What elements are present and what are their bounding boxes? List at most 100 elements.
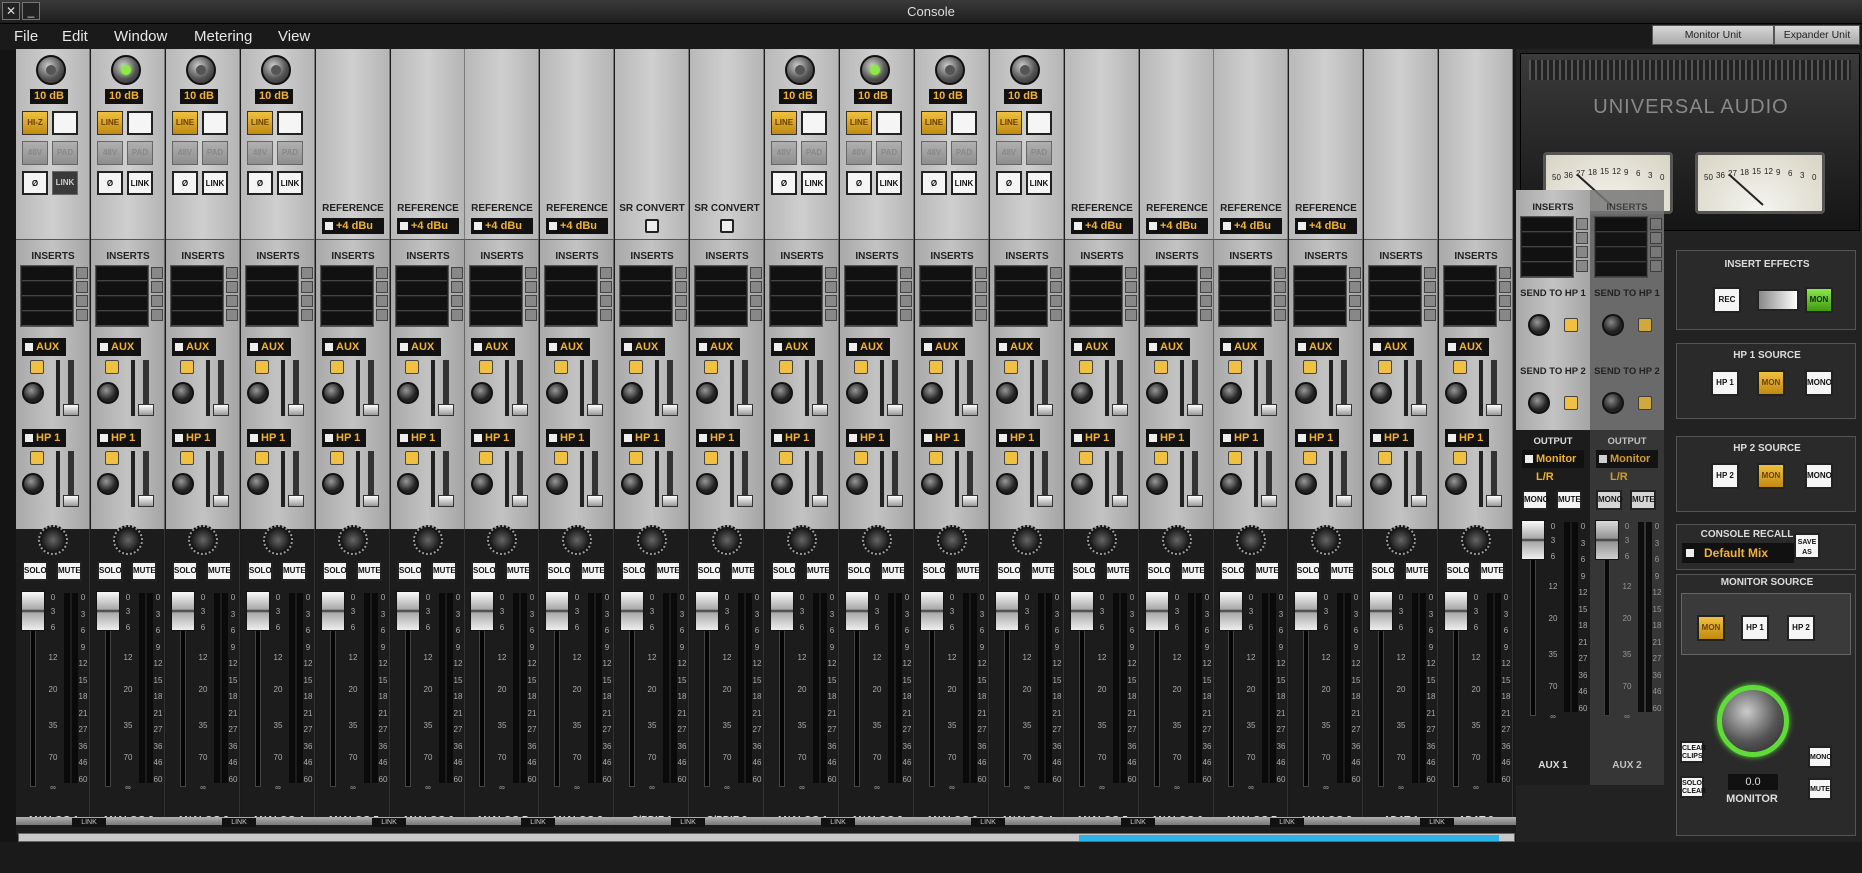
hp-send-fader-cap[interactable] <box>213 495 229 507</box>
phantom-48v-button[interactable]: 48V <box>771 141 797 165</box>
hp-send-prepost-button[interactable] <box>405 451 419 465</box>
aux-send-knob[interactable] <box>322 382 344 404</box>
pan-knob[interactable] <box>862 525 892 555</box>
aux-send-prepost-button[interactable] <box>629 360 643 374</box>
insert-power-button[interactable] <box>675 281 687 293</box>
insert-power-button[interactable] <box>1650 232 1662 244</box>
monitor-source-hp1[interactable]: HP 1 <box>1741 615 1769 641</box>
insert-power-button[interactable] <box>975 267 987 279</box>
pan-knob[interactable] <box>1162 525 1192 555</box>
hp-send-fader-cap[interactable] <box>1037 495 1053 507</box>
gain-knob[interactable] <box>111 55 141 85</box>
insert-slot[interactable] <box>771 312 821 326</box>
hp1-source-mon[interactable]: MON <box>1757 370 1785 396</box>
fader-cap[interactable] <box>545 591 569 631</box>
link-button[interactable]: LINK <box>801 171 827 195</box>
send-hp2-knob[interactable] <box>1528 392 1550 414</box>
fader-cap[interactable] <box>171 591 195 631</box>
hp-send-fader-cap[interactable] <box>138 495 154 507</box>
mute-button[interactable]: MUTE <box>1180 561 1206 581</box>
link-button[interactable]: LINK <box>52 171 78 195</box>
aux-send-prepost-button[interactable] <box>180 360 194 374</box>
solo-button[interactable]: SOLO <box>1295 561 1321 581</box>
hp-send-select[interactable]: HP 1 <box>172 429 216 447</box>
aux-send-fader-cap[interactable] <box>63 404 79 416</box>
link-button[interactable]: LINK <box>1270 818 1304 827</box>
hp-send-select[interactable]: HP 1 <box>22 429 66 447</box>
aux-send-knob[interactable] <box>247 382 269 404</box>
insert-slot[interactable] <box>996 282 1046 296</box>
insert-slot[interactable] <box>1146 312 1196 326</box>
solo-button[interactable]: SOLO <box>1146 561 1172 581</box>
insert-power-button[interactable] <box>1200 281 1212 293</box>
monitor-source-mon[interactable]: MON <box>1697 615 1725 641</box>
sr-convert-button[interactable] <box>720 219 734 233</box>
pan-knob[interactable] <box>562 525 592 555</box>
hp-send-select[interactable]: HP 1 <box>247 429 291 447</box>
monitor-mute-button[interactable]: MUTE <box>1808 778 1832 800</box>
highpass-icon[interactable] <box>127 111 153 135</box>
insert-slot[interactable] <box>771 297 821 311</box>
link-button[interactable]: LINK <box>277 171 303 195</box>
aux-send-prepost-button[interactable] <box>30 360 44 374</box>
insert-slot[interactable] <box>921 282 971 296</box>
insert-power-button[interactable] <box>151 309 163 321</box>
fader-cap[interactable] <box>396 591 420 631</box>
hp-send-select[interactable]: HP 1 <box>397 429 441 447</box>
insert-power-button[interactable] <box>376 295 388 307</box>
hp-send-select[interactable]: HP 1 <box>322 429 366 447</box>
solo-button[interactable]: SOLO <box>247 561 273 581</box>
solo-button[interactable]: SOLO <box>471 561 497 581</box>
hp-send-knob[interactable] <box>1445 473 1467 495</box>
insert-slot[interactable] <box>1071 312 1121 326</box>
menu-file[interactable]: File <box>14 28 38 45</box>
aux-send-select[interactable]: AUX 1 <box>1071 338 1115 371</box>
insert-power-button[interactable] <box>226 309 238 321</box>
hp-send-knob[interactable] <box>1146 473 1168 495</box>
pan-knob[interactable] <box>1087 525 1117 555</box>
aux-send-fader-cap[interactable] <box>138 404 154 416</box>
link-button[interactable]: LINK <box>72 818 106 827</box>
hp-send-select[interactable]: HP 1 <box>1146 429 1190 447</box>
send-hp1-prepost-button[interactable] <box>1564 318 1578 332</box>
insert-slot[interactable] <box>1295 297 1345 311</box>
insert-power-button[interactable] <box>825 309 837 321</box>
fader-cap[interactable] <box>246 591 270 631</box>
insert-power-button[interactable] <box>1050 309 1062 321</box>
insert-slots[interactable] <box>395 265 449 327</box>
hp-send-prepost-button[interactable] <box>704 451 718 465</box>
monitor-source-hp2[interactable]: HP 2 <box>1787 615 1815 641</box>
insert-power-button[interactable] <box>151 295 163 307</box>
insert-power-button[interactable] <box>226 267 238 279</box>
fader-cap[interactable] <box>1294 591 1318 631</box>
insert-slots[interactable] <box>320 265 374 327</box>
hp-send-knob[interactable] <box>621 473 643 495</box>
insert-power-button[interactable] <box>750 281 762 293</box>
highpass-icon[interactable] <box>801 111 827 135</box>
link-button[interactable]: LINK <box>1121 818 1155 827</box>
aux-send-select[interactable]: AUX 1 <box>621 338 665 371</box>
aux-send-fader-cap[interactable] <box>662 404 678 416</box>
aux-send-prepost-button[interactable] <box>1303 360 1317 374</box>
send-hp2-knob[interactable] <box>1602 392 1624 414</box>
insert-power-button[interactable] <box>1274 295 1286 307</box>
sr-convert-button[interactable] <box>645 219 659 233</box>
menu-metering[interactable]: Metering <box>194 28 252 45</box>
insert-slot[interactable] <box>247 312 297 326</box>
insert-slot[interactable] <box>471 312 521 326</box>
aux-send-select[interactable]: AUX 1 <box>247 338 291 371</box>
insert-slots[interactable] <box>469 265 523 327</box>
reference-level-select[interactable]: +4 dBu <box>1295 218 1357 234</box>
hp-send-select[interactable]: HP 1 <box>921 429 965 447</box>
aux-send-fader-cap[interactable] <box>1486 404 1502 416</box>
fader-cap[interactable] <box>21 591 45 631</box>
aux-send-fader-cap[interactable] <box>1261 404 1277 416</box>
hp1-source-mono[interactable]: MONO <box>1805 370 1833 396</box>
pad-button[interactable]: PAD <box>1026 141 1052 165</box>
highpass-icon[interactable] <box>876 111 902 135</box>
hp-send-select[interactable]: HP 1 <box>1370 429 1414 447</box>
hp-send-prepost-button[interactable] <box>1079 451 1093 465</box>
solo-button[interactable]: SOLO <box>1445 561 1471 581</box>
insert-power-button[interactable] <box>675 267 687 279</box>
aux-send-fader-cap[interactable] <box>962 404 978 416</box>
